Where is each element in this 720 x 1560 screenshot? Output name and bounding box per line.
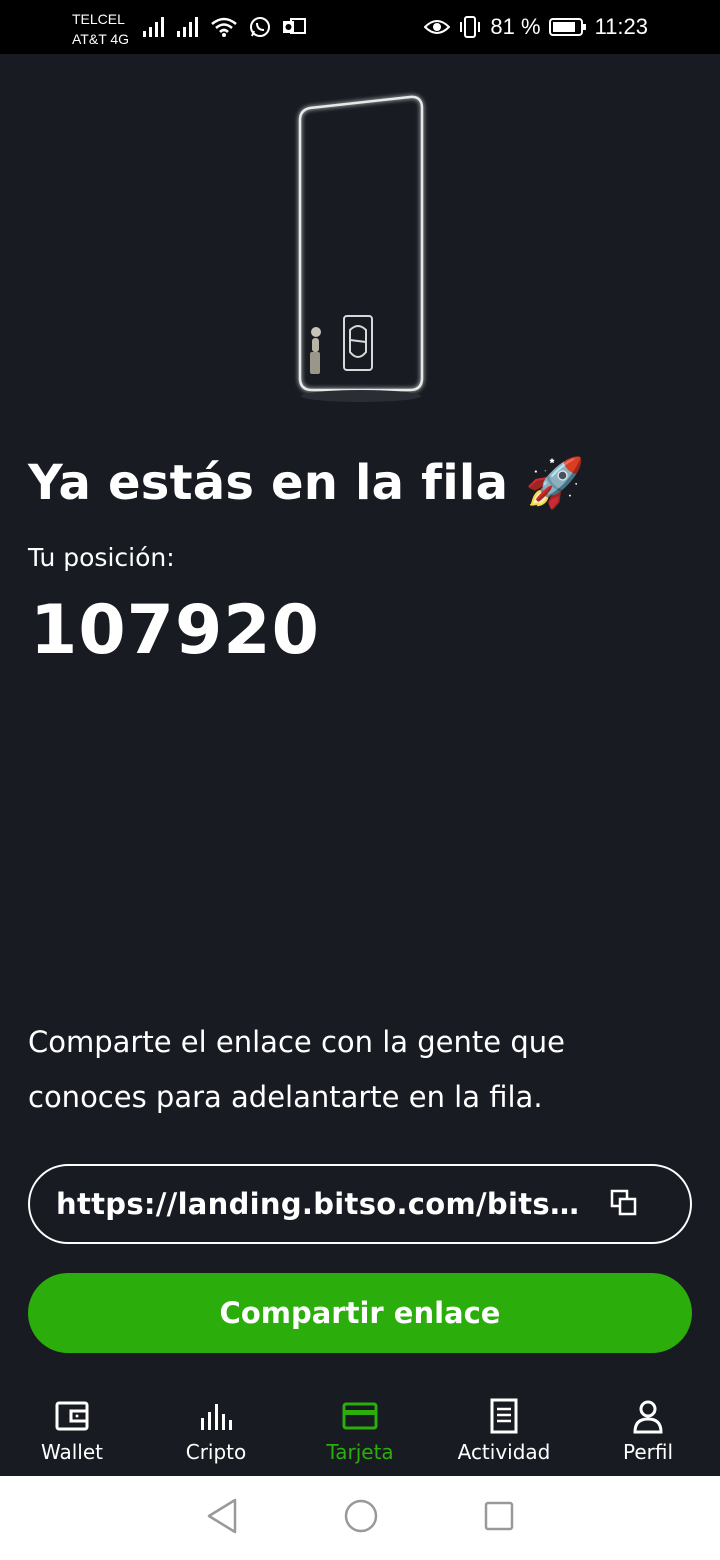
- bottom-nav: Wallet Cripto Tarjeta Actividad Perfil: [0, 1380, 720, 1476]
- outlook-icon: [282, 16, 306, 38]
- position-value: 107920: [30, 591, 320, 670]
- chart-icon: [196, 1396, 236, 1436]
- status-bar: TELCEL AT&T 4G 81 % 11:23: [0, 0, 720, 54]
- carrier-name: TELCEL: [72, 11, 125, 27]
- nav-item-actividad[interactable]: Actividad: [432, 1380, 576, 1476]
- clock: 11:23: [594, 14, 648, 39]
- nav-label: Perfil: [622, 1440, 674, 1464]
- whatsapp-icon: [248, 15, 272, 39]
- carrier-network: AT&T 4G: [72, 31, 130, 47]
- nav-label: Wallet: [40, 1440, 103, 1464]
- home-icon[interactable]: [343, 1498, 379, 1538]
- share-link-button[interactable]: Compartir enlace: [28, 1273, 692, 1353]
- nav-item-tarjeta[interactable]: Tarjeta: [288, 1380, 432, 1476]
- wifi-icon: [210, 16, 238, 38]
- page-title: Ya estás en la fila 🚀: [28, 455, 586, 511]
- referral-link-field[interactable]: https://landing.bitso.com/bitso-card-wai…: [28, 1164, 692, 1244]
- copy-icon[interactable]: [610, 1189, 640, 1219]
- wallet-icon: [52, 1396, 92, 1436]
- share-description: Comparte el enlace con la gente que cono…: [28, 1025, 565, 1114]
- battery-percentage: 81 %: [490, 14, 541, 39]
- nav-label: Cripto: [185, 1440, 247, 1464]
- recents-icon[interactable]: [483, 1500, 515, 1536]
- status-icons-right: 81 % 11:23: [424, 10, 648, 44]
- referral-link-text: https://landing.bitso.com/bitso-card-wai…: [56, 1187, 580, 1221]
- nav-label: Tarjeta: [326, 1440, 394, 1464]
- profile-icon: [628, 1396, 668, 1436]
- signal-icon: [176, 16, 200, 38]
- system-nav-bar: [0, 1476, 720, 1560]
- nav-item-wallet[interactable]: Wallet: [0, 1380, 144, 1476]
- position-label: Tu posición:: [28, 543, 175, 572]
- carrier-info: TELCEL AT&T 4G: [72, 9, 129, 49]
- status-icons-left: [142, 14, 306, 40]
- card-illustration: [288, 90, 438, 420]
- signal-icon: [142, 16, 166, 38]
- battery-icon: [548, 17, 587, 37]
- vibrate-icon: [458, 15, 482, 39]
- nav-item-cripto[interactable]: Cripto: [144, 1380, 288, 1476]
- nav-item-perfil[interactable]: Perfil: [576, 1380, 720, 1476]
- card-icon: [340, 1396, 380, 1436]
- activity-icon: [484, 1396, 524, 1436]
- back-icon[interactable]: [205, 1497, 239, 1539]
- eye-icon: [424, 17, 451, 37]
- nav-label: Actividad: [457, 1440, 551, 1464]
